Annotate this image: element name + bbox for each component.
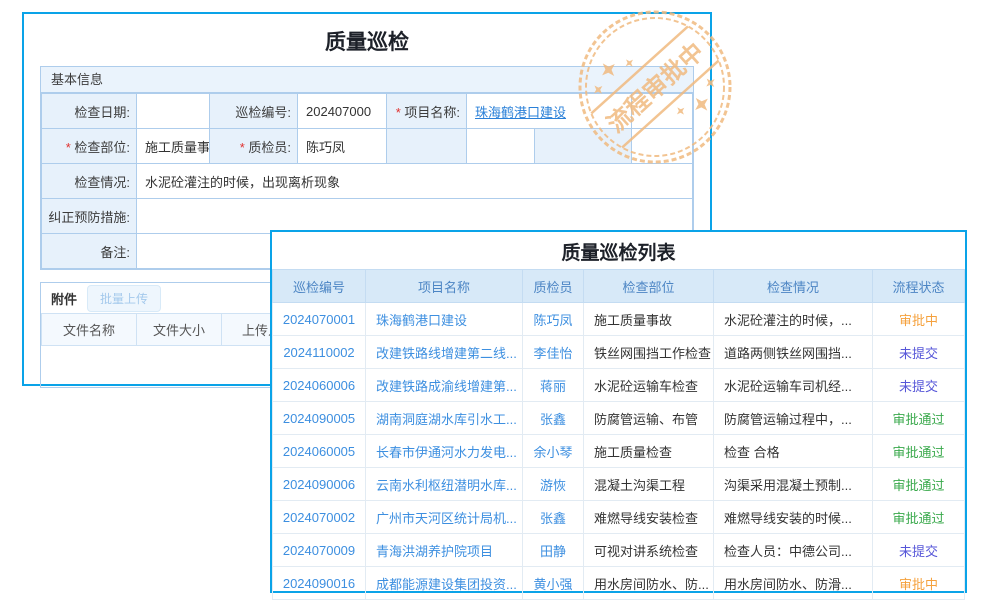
approval-stamp: 流程审批中 — [575, 7, 735, 167]
project-link[interactable]: 改建铁路成渝线增建第... — [366, 369, 523, 402]
situation-label: 检查情况: — [42, 164, 137, 199]
part-cell: 施工质量事故 — [584, 303, 714, 336]
inspector-link[interactable]: 游恢 — [523, 468, 584, 501]
inspector-link[interactable]: 李佳怡 — [523, 336, 584, 369]
table-row: 2024110002 改建铁路线增建第二线... 李佳怡 铁丝网围挡工作检查 道… — [273, 336, 965, 369]
status-badge: 审批通过 — [873, 501, 965, 534]
project-link[interactable]: 青海洪湖养护院项目 — [366, 534, 523, 567]
patrol-no-link[interactable]: 2024070009 — [273, 534, 366, 567]
part-cell: 铁丝网围挡工作检查 — [584, 336, 714, 369]
quality-inspection-list-window: 质量巡检列表 巡检编号 项目名称 质检员 检查部位 检查情况 流程状态 2024… — [270, 230, 967, 593]
attachment-label: 附件 — [51, 289, 77, 308]
patrol-no-link[interactable]: 2024060006 — [273, 369, 366, 402]
table-row: 2024060006 改建铁路成渝线增建第... 蒋丽 水泥砼运输车检查 水泥砼… — [273, 369, 965, 402]
project-link[interactable]: 云南水利枢纽潜明水库... — [366, 468, 523, 501]
stamp-text: 流程审批中 — [602, 37, 710, 138]
inspector-link[interactable]: 蒋丽 — [523, 369, 584, 402]
status-badge: 审批通过 — [873, 468, 965, 501]
project-link[interactable]: 长春市伊通河水力发电... — [366, 435, 523, 468]
col-header-part: 检查部位 — [584, 270, 714, 303]
situation-cell: 检查人员：中德公司... — [714, 534, 873, 567]
inspector-link[interactable]: 陈巧凤 — [523, 303, 584, 336]
patrol-no-link[interactable]: 2024090006 — [273, 468, 366, 501]
status-badge: 未提交 — [873, 534, 965, 567]
part-cell: 水泥砼运输车检查 — [584, 369, 714, 402]
inspector-value: 陈巧凤 — [298, 129, 387, 164]
situation-cell: 水泥砼运输车司机经... — [714, 369, 873, 402]
patrol-no-link[interactable]: 2024090005 — [273, 402, 366, 435]
screen: 质量巡检 基本信息 检查日期: 巡检编号: 202407000 项目名称: 珠海… — [0, 0, 1000, 600]
status-badge: 审批通过 — [873, 435, 965, 468]
inspect-date-field[interactable] — [137, 94, 210, 129]
part-cell: 防腐管运输、布管 — [584, 402, 714, 435]
inspect-part-label: 检查部位: — [42, 129, 137, 164]
project-link[interactable]: 湖南洞庭湖水库引水工... — [366, 402, 523, 435]
table-row: 2024090006 云南水利枢纽潜明水库... 游恢 混凝土沟渠工程 沟渠采用… — [273, 468, 965, 501]
inspector-link[interactable]: 余小琴 — [523, 435, 584, 468]
measures-label: 纠正预防措施: — [42, 199, 137, 234]
form-row-3: 检查情况: 水泥砼灌注的时候，出现离析现象 — [42, 164, 693, 199]
col-header-inspector: 质检员 — [523, 270, 584, 303]
project-name-link[interactable]: 珠海鹤港口建设 — [475, 105, 566, 120]
inspection-list-table: 巡检编号 项目名称 质检员 检查部位 检查情况 流程状态 2024070001 … — [272, 269, 965, 600]
patrol-no-value: 202407000 — [298, 94, 387, 129]
patrol-no-label: 巡检编号: — [210, 94, 298, 129]
inspector-link[interactable]: 张鑫 — [523, 501, 584, 534]
table-row: 2024070002 广州市天河区统计局机... 张鑫 难燃导线安装检查 难燃导… — [273, 501, 965, 534]
project-link[interactable]: 珠海鹤港口建设 — [366, 303, 523, 336]
empty-cell — [467, 129, 535, 164]
status-badge: 审批中 — [873, 567, 965, 600]
situation-value: 水泥砼灌注的时候，出现离析现象 — [137, 164, 693, 199]
list-title: 质量巡检列表 — [272, 238, 965, 265]
inspector-label: 质检员: — [210, 129, 298, 164]
part-cell: 混凝土沟渠工程 — [584, 468, 714, 501]
patrol-no-link[interactable]: 2024110002 — [273, 336, 366, 369]
col-header-situation: 检查情况 — [714, 270, 873, 303]
inspector-link[interactable]: 黄小强 — [523, 567, 584, 600]
table-row: 2024090016 成都能源建设集团投资... 黄小强 用水房间防水、防...… — [273, 567, 965, 600]
patrol-no-link[interactable]: 2024070002 — [273, 501, 366, 534]
patrol-no-link[interactable]: 2024070001 — [273, 303, 366, 336]
status-badge: 审批中 — [873, 303, 965, 336]
part-cell: 难燃导线安装检查 — [584, 501, 714, 534]
situation-cell: 用水房间防水、防滑... — [714, 567, 873, 600]
inspector-link[interactable]: 田静 — [523, 534, 584, 567]
situation-cell: 防腐管运输过程中，... — [714, 402, 873, 435]
list-header-row: 巡检编号 项目名称 质检员 检查部位 检查情况 流程状态 — [273, 270, 965, 303]
project-link[interactable]: 广州市天河区统计局机... — [366, 501, 523, 534]
empty-label-cell — [387, 129, 467, 164]
status-badge: 未提交 — [873, 336, 965, 369]
file-name-header: 文件名称 — [42, 314, 137, 346]
file-size-header: 文件大小 — [137, 314, 222, 346]
patrol-no-link[interactable]: 2024090016 — [273, 567, 366, 600]
inspect-date-label: 检查日期: — [42, 94, 137, 129]
col-header-project: 项目名称 — [366, 270, 523, 303]
batch-upload-button[interactable]: 批量上传 — [87, 285, 161, 312]
project-link[interactable]: 成都能源建设集团投资... — [366, 567, 523, 600]
table-row: 2024070009 青海洪湖养护院项目 田静 可视对讲系统检查 检查人员：中德… — [273, 534, 965, 567]
table-row: 2024090005 湖南洞庭湖水库引水工... 张鑫 防腐管运输、布管 防腐管… — [273, 402, 965, 435]
situation-cell: 水泥砼灌注的时候，... — [714, 303, 873, 336]
project-name-label: 项目名称: — [387, 94, 467, 129]
part-cell: 用水房间防水、防... — [584, 567, 714, 600]
part-cell: 施工质量检查 — [584, 435, 714, 468]
project-link[interactable]: 改建铁路线增建第二线... — [366, 336, 523, 369]
status-badge: 未提交 — [873, 369, 965, 402]
inspect-part-value: 施工质量事 — [137, 129, 210, 164]
inspector-link[interactable]: 张鑫 — [523, 402, 584, 435]
situation-cell: 难燃导线安装的时候... — [714, 501, 873, 534]
form-row-4: 纠正预防措施: — [42, 199, 693, 234]
remark-label: 备注: — [42, 234, 137, 269]
status-badge: 审批通过 — [873, 402, 965, 435]
col-header-status: 流程状态 — [873, 270, 965, 303]
measures-value — [137, 199, 693, 234]
situation-cell: 检查 合格 — [714, 435, 873, 468]
patrol-no-link[interactable]: 2024060005 — [273, 435, 366, 468]
col-header-no: 巡检编号 — [273, 270, 366, 303]
situation-cell: 道路两侧铁丝网围挡... — [714, 336, 873, 369]
situation-cell: 沟渠采用混凝土预制... — [714, 468, 873, 501]
table-row: 2024060005 长春市伊通河水力发电... 余小琴 施工质量检查 检查 合… — [273, 435, 965, 468]
table-row: 2024070001 珠海鹤港口建设 陈巧凤 施工质量事故 水泥砼灌注的时候，.… — [273, 303, 965, 336]
part-cell: 可视对讲系统检查 — [584, 534, 714, 567]
